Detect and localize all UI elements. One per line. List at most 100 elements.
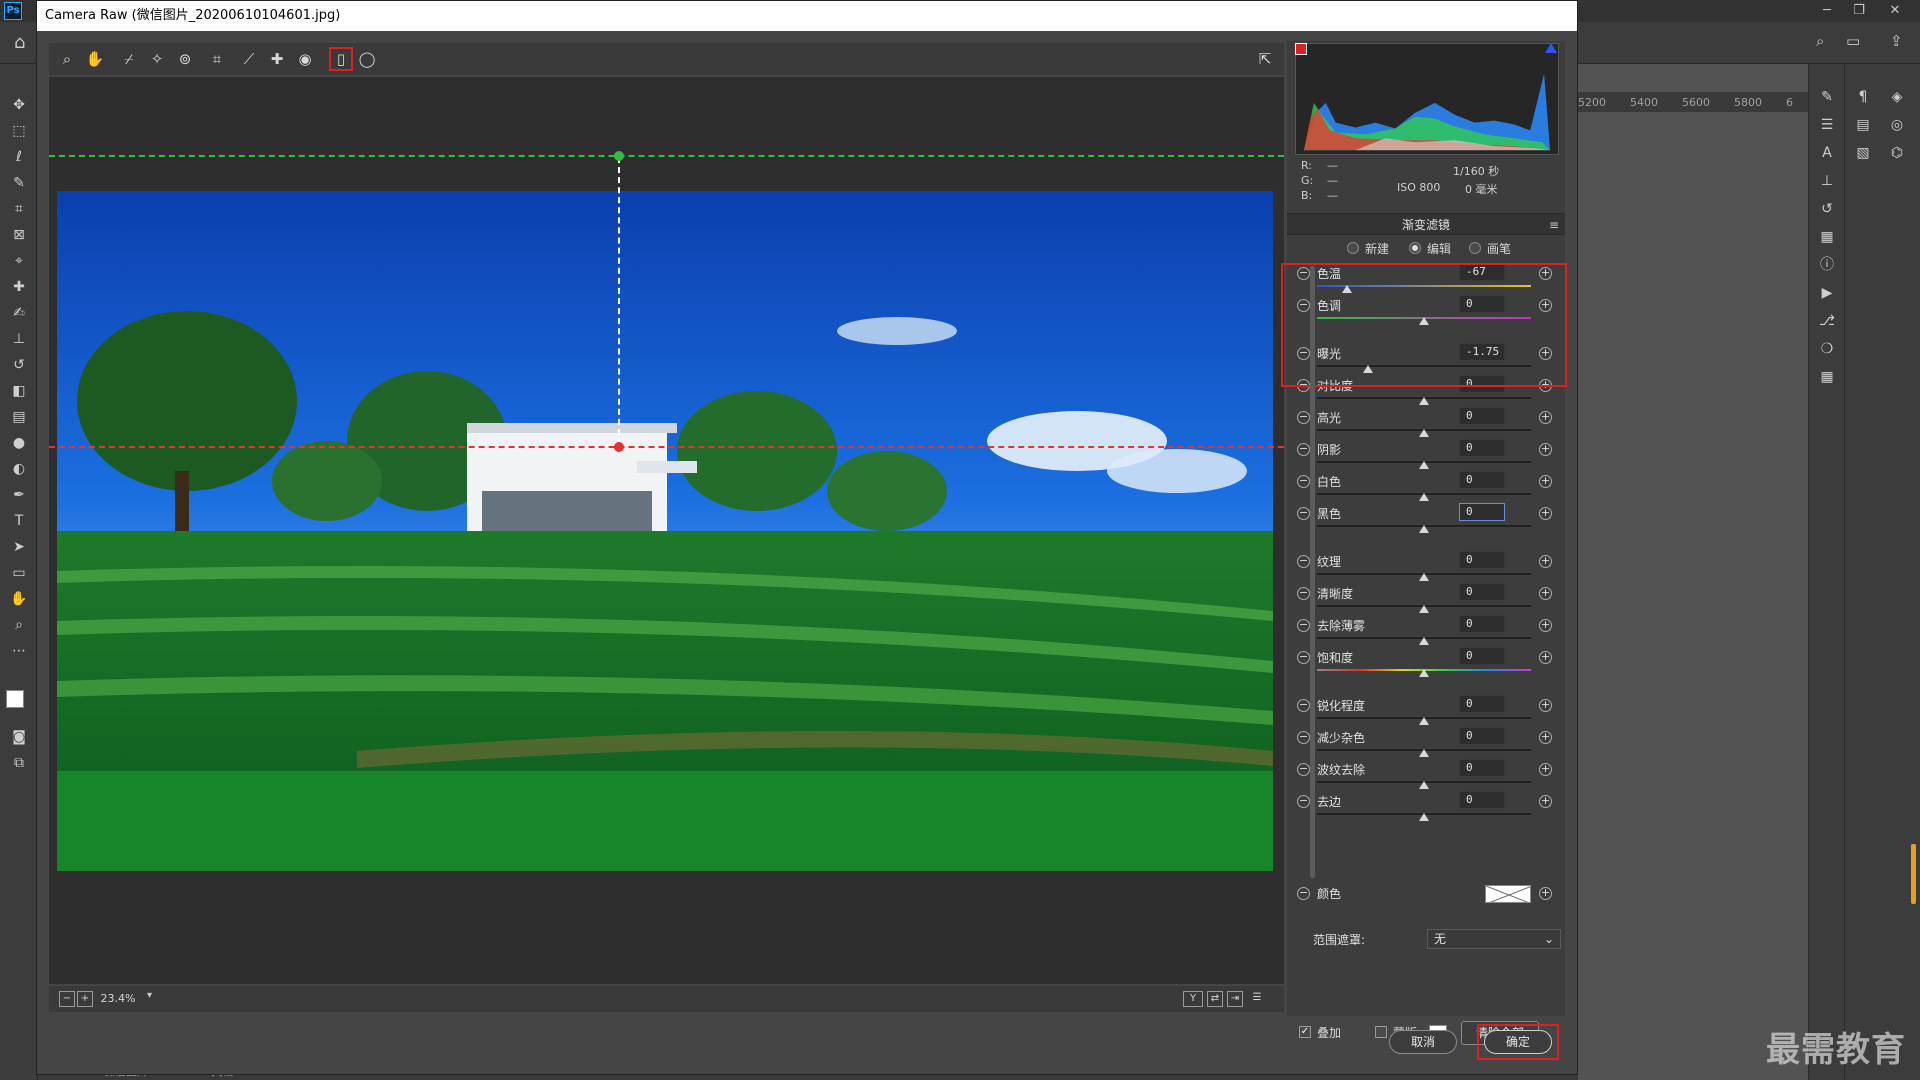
slider-thumb[interactable] <box>1419 781 1429 789</box>
slider-minus-icon[interactable]: − <box>1297 443 1310 456</box>
foreground-color-swatch[interactable] <box>6 690 24 708</box>
info-icon[interactable]: ⓘ <box>1815 254 1839 276</box>
zoom-dropdown-icon[interactable]: ▾ <box>147 990 152 1001</box>
swap-before-after-icon[interactable]: ⇄ <box>1207 991 1223 1007</box>
spot-removal-tool-icon[interactable]: ✚ <box>265 47 289 71</box>
slider-minus-icon[interactable]: − <box>1297 587 1310 600</box>
pen-tool-icon[interactable]: ✒ <box>8 484 30 506</box>
color-plus-icon[interactable]: + <box>1539 887 1552 900</box>
workspace-icon[interactable]: ▭ <box>1846 32 1860 50</box>
slider-thumb[interactable] <box>1419 813 1429 821</box>
cancel-button[interactable]: 取消 <box>1389 1030 1457 1054</box>
slider-plus-icon[interactable]: + <box>1539 411 1552 424</box>
slider-value-input[interactable]: 0 <box>1459 759 1505 777</box>
dodge-tool-icon[interactable]: ◐ <box>8 458 30 480</box>
healing-tool-icon[interactable]: ✚ <box>8 276 30 298</box>
restore-button[interactable]: ❐ <box>1842 0 1876 22</box>
layers-icon[interactable]: ◈ <box>1885 86 1909 108</box>
radio-new[interactable] <box>1347 242 1359 254</box>
channels-icon[interactable]: ◎ <box>1885 114 1909 136</box>
actions-play-icon[interactable]: ▶ <box>1815 282 1839 304</box>
gradient-end-line[interactable] <box>49 446 1284 448</box>
frame-tool-icon[interactable]: ⊠ <box>8 224 30 246</box>
hand-tool-icon[interactable]: ✋ <box>8 588 30 610</box>
stamp-tool-icon[interactable]: ⊥ <box>8 328 30 350</box>
slider-value-input[interactable]: 0 <box>1459 471 1505 489</box>
slider-thumb[interactable] <box>1419 461 1429 469</box>
panel-scrollbar[interactable] <box>1310 266 1315 966</box>
overlay-checkbox[interactable]: ✓ <box>1299 1026 1311 1038</box>
shape-tool-icon[interactable]: ▭ <box>8 562 30 584</box>
crop-tool-icon[interactable]: ⌗ <box>205 47 229 71</box>
slider-thumb[interactable] <box>1419 429 1429 437</box>
path-select-icon[interactable]: ➤ <box>8 536 30 558</box>
3d-icon[interactable]: ❍ <box>1815 338 1839 360</box>
crop-tool-icon[interactable]: ⌗ <box>8 198 30 220</box>
panel-scroll-thumb[interactable] <box>1310 266 1315 878</box>
gradient-center-line[interactable] <box>618 157 620 445</box>
libraries-icon[interactable]: ▤ <box>1851 114 1875 136</box>
color-minus-icon[interactable]: − <box>1297 887 1310 900</box>
target-adjust-tool-icon[interactable]: ⊚ <box>173 47 197 71</box>
hand-tool-icon[interactable]: ✋ <box>83 47 107 71</box>
slider-value-input[interactable]: 0 <box>1459 615 1505 633</box>
slider-minus-icon[interactable]: − <box>1297 731 1310 744</box>
character-icon[interactable]: A <box>1815 142 1839 164</box>
radial-filter-tool-icon[interactable]: ◯ <box>355 47 379 71</box>
slider-plus-icon[interactable]: + <box>1539 699 1552 712</box>
radio-edit[interactable] <box>1409 242 1421 254</box>
slider-plus-icon[interactable]: + <box>1539 651 1552 664</box>
move-tool-icon[interactable]: ✥ <box>8 94 30 116</box>
zoom-level[interactable]: 23.4% <box>91 990 145 1008</box>
preview-prefs-icon[interactable]: ☰ <box>1249 991 1265 1007</box>
zoom-out-button[interactable]: − <box>59 991 75 1007</box>
search-icon[interactable]: ⌕ <box>1816 32 1824 50</box>
slider-value-input[interactable]: 0 <box>1459 503 1505 521</box>
slider-plus-icon[interactable]: + <box>1539 587 1552 600</box>
slider-thumb[interactable] <box>1419 637 1429 645</box>
eyedropper-tool-icon[interactable]: ⌖ <box>8 250 30 272</box>
lasso-tool-icon[interactable]: ℓ <box>8 146 30 168</box>
graduated-filter-tool-icon[interactable]: ▯ <box>329 47 353 71</box>
highlight-clipping-warning[interactable] <box>1545 43 1557 53</box>
slider-thumb[interactable] <box>1419 749 1429 757</box>
quick-select-tool-icon[interactable]: ✎ <box>8 172 30 194</box>
slider-minus-icon[interactable]: − <box>1297 475 1310 488</box>
ok-button[interactable]: 确定 <box>1484 1030 1552 1054</box>
eraser-tool-icon[interactable]: ◧ <box>8 380 30 402</box>
slider-thumb[interactable] <box>1419 669 1429 677</box>
brush-settings-icon[interactable]: ✎ <box>1815 86 1839 108</box>
slider-plus-icon[interactable]: + <box>1539 731 1552 744</box>
home-icon[interactable]: ⌂ <box>14 32 25 53</box>
screen-mode-icon[interactable]: ⧉ <box>8 752 30 774</box>
minimize-button[interactable]: ─ <box>1810 0 1844 22</box>
properties-icon[interactable]: ▦ <box>1815 226 1839 248</box>
quick-mask-icon[interactable]: ◙ <box>8 726 30 748</box>
slider-value-input[interactable]: 0 <box>1459 647 1505 665</box>
slider-value-input[interactable]: 0 <box>1459 791 1505 809</box>
brush-tool-icon[interactable]: ✍ <box>8 302 30 324</box>
slider-minus-icon[interactable]: − <box>1297 411 1310 424</box>
photo-preview[interactable] <box>57 191 1273 871</box>
white-balance-tool-icon[interactable]: ⌿ <box>117 47 141 71</box>
tool-presets-icon[interactable]: ⎇ <box>1815 310 1839 332</box>
slider-value-input[interactable]: 0 <box>1459 583 1505 601</box>
color-sampler-tool-icon[interactable]: ✧ <box>145 47 169 71</box>
shadow-clipping-warning[interactable] <box>1295 43 1307 55</box>
slider-thumb[interactable] <box>1419 397 1429 405</box>
share-icon[interactable]: ⇪ <box>1890 32 1903 50</box>
slider-thumb[interactable] <box>1419 493 1429 501</box>
notes-icon[interactable]: ▧ <box>1851 142 1875 164</box>
history-icon[interactable]: ↺ <box>1815 198 1839 220</box>
slider-minus-icon[interactable]: − <box>1297 763 1310 776</box>
slider-plus-icon[interactable]: + <box>1539 475 1552 488</box>
straighten-tool-icon[interactable]: ⟋ <box>237 47 261 71</box>
slider-plus-icon[interactable]: + <box>1539 507 1552 520</box>
slider-plus-icon[interactable]: + <box>1539 619 1552 632</box>
slider-minus-icon[interactable]: − <box>1297 699 1310 712</box>
stamp-source-icon[interactable]: ⊥ <box>1815 170 1839 192</box>
slider-value-input[interactable]: 0 <box>1459 551 1505 569</box>
marquee-tool-icon[interactable]: ⬚ <box>8 120 30 142</box>
slider-thumb[interactable] <box>1419 605 1429 613</box>
copy-settings-icon[interactable]: ⇥ <box>1227 991 1243 1007</box>
